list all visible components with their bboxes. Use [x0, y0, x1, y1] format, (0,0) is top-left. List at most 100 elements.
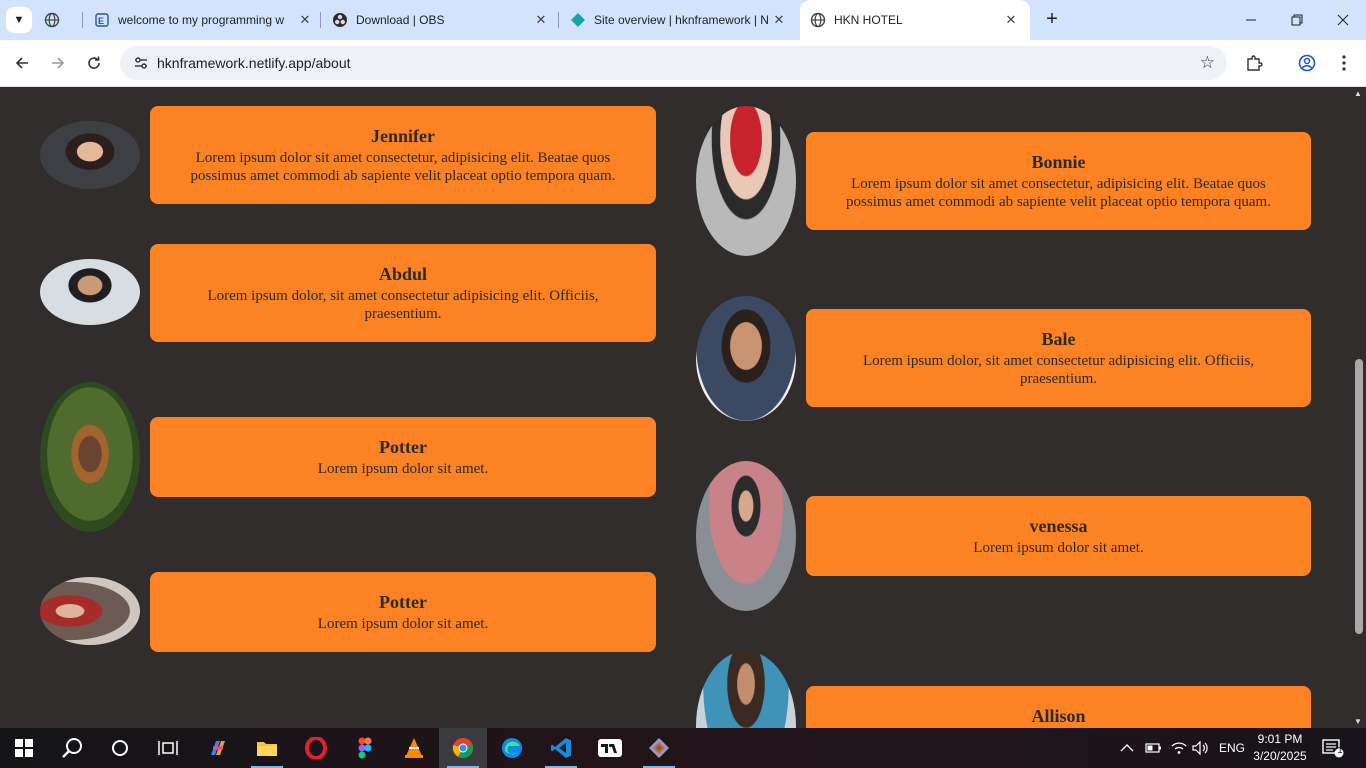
- menu-button[interactable]: [1331, 50, 1357, 76]
- avatar: [40, 382, 140, 532]
- browser-tab-strip: ▼ E welcome to my programming w ✕ Downlo…: [0, 0, 1366, 40]
- search-button[interactable]: [48, 728, 96, 768]
- cortana-button[interactable]: [96, 728, 144, 768]
- member-name: Bonnie: [1031, 151, 1086, 172]
- member-card: Bonnie Lorem ipsum dolor sit amet consec…: [806, 132, 1311, 230]
- close-icon[interactable]: ✕: [770, 11, 788, 29]
- edge-app-icon[interactable]: [488, 728, 536, 768]
- scroll-up-arrow-icon[interactable]: ▲: [1354, 89, 1362, 98]
- avatar: [40, 259, 140, 325]
- page-viewport: Jennifer Lorem ipsum dolor sit amet cons…: [0, 87, 1366, 728]
- member-name: Bale: [1041, 328, 1076, 349]
- member-card: Bale Lorem ipsum dolor, sit amet consect…: [806, 309, 1311, 407]
- tab-title: welcome to my programming w: [118, 13, 285, 27]
- member-name: venessa: [1029, 515, 1088, 536]
- volume-icon[interactable]: [1192, 728, 1210, 768]
- vscode-app-icon[interactable]: [537, 728, 585, 768]
- battery-icon[interactable]: [1145, 728, 1163, 768]
- back-button[interactable]: [9, 50, 35, 76]
- start-button[interactable]: [0, 728, 48, 768]
- obs-icon: [332, 12, 348, 28]
- clock-date: 3/20/2025: [1253, 749, 1307, 763]
- svg-text:E: E: [98, 16, 104, 26]
- arrow-left-icon: [15, 57, 28, 69]
- browser-toolbar: hknframework.netlify.app/about ☆: [0, 40, 1366, 87]
- close-icon[interactable]: ✕: [1002, 11, 1020, 29]
- wifi-icon[interactable]: [1170, 728, 1188, 768]
- url-text: hknframework.netlify.app/about: [157, 55, 351, 71]
- new-tab-button[interactable]: +: [1041, 9, 1063, 31]
- figma-app-icon[interactable]: [341, 728, 389, 768]
- tab-separator: [82, 12, 83, 28]
- member-description: Lorem ipsum dolor sit amet consectetur, …: [846, 175, 1271, 210]
- page-scrollbar[interactable]: ▲ ▼: [1351, 87, 1366, 728]
- tab-pinned[interactable]: [44, 0, 74, 40]
- member-card: Potter Lorem ipsum dolor sit amet.: [150, 417, 656, 497]
- notifications-button[interactable]: 1: [1322, 728, 1344, 768]
- show-hidden-icons-button[interactable]: [1120, 728, 1134, 768]
- tab-separator: [558, 12, 559, 28]
- member-card: Potter Lorem ipsum dolor sit amet.: [150, 572, 656, 652]
- chevron-down-icon: ▼: [13, 14, 25, 26]
- avatar: [696, 106, 796, 256]
- restore-button[interactable]: [1274, 0, 1320, 40]
- tab-title: Site overview | hknframework | N: [594, 13, 769, 27]
- member-description: Lorem ipsum dolor sit amet consectetur, …: [190, 149, 616, 184]
- member-description: Lorem ipsum dolor sit amet.: [317, 460, 489, 477]
- tradingview-app-icon[interactable]: [586, 728, 634, 768]
- avatar: [40, 121, 140, 189]
- search-icon: [62, 738, 82, 758]
- tab-separator: [320, 12, 321, 28]
- close-icon[interactable]: ✕: [296, 11, 314, 29]
- tab-netlify[interactable]: Site overview | hknframework | N ✕: [570, 0, 788, 40]
- member-description: Lorem ipsum dolor sit amet.: [317, 615, 489, 632]
- bookmark-star-icon[interactable]: ☆: [1200, 53, 1215, 73]
- member-name: Allison: [1031, 706, 1086, 726]
- member-card: Abdul Lorem ipsum dolor, sit amet consec…: [150, 244, 656, 342]
- system-clock[interactable]: 9:01 PM 3/20/2025: [1250, 731, 1310, 765]
- avatar: [696, 651, 796, 728]
- reload-button[interactable]: [81, 50, 107, 76]
- member-card: Allison: [806, 686, 1311, 728]
- member-description: Lorem ipsum dolor sit amet.: [973, 539, 1144, 556]
- task-view-button[interactable]: [144, 728, 192, 768]
- member-card: venessa Lorem ipsum dolor sit amet.: [806, 496, 1311, 576]
- tab-programming[interactable]: E welcome to my programming w ✕: [94, 0, 314, 40]
- member-name: Abdul: [378, 263, 428, 284]
- member-description: Lorem ipsum dolor, sit amet consectetur …: [862, 352, 1255, 387]
- clock-time: 9:01 PM: [1257, 732, 1303, 746]
- profile-button[interactable]: [1294, 50, 1320, 76]
- minimize-button[interactable]: [1228, 0, 1274, 40]
- chrome-app-icon[interactable]: [439, 728, 487, 768]
- scroll-down-arrow-icon[interactable]: ▼: [1354, 717, 1362, 726]
- avatar: [40, 577, 140, 645]
- extensions-button[interactable]: [1241, 50, 1267, 76]
- copilot-app-icon[interactable]: [194, 728, 242, 768]
- tab-obs[interactable]: Download | OBS ✕: [332, 0, 550, 40]
- tab-title: HKN HOTEL: [834, 13, 903, 27]
- puzzle-icon: [1247, 55, 1263, 71]
- avatar: [696, 461, 796, 611]
- globe-icon: [44, 12, 60, 28]
- file-explorer-app-icon[interactable]: [243, 728, 291, 768]
- task-view-icon: [158, 741, 178, 755]
- scroll-thumb[interactable]: [1355, 359, 1363, 634]
- tab-title: Download | OBS: [356, 13, 445, 27]
- more-vert-icon: [1342, 55, 1346, 71]
- chevron-up-icon: [1120, 744, 1134, 752]
- tab-hkn-hotel[interactable]: HKN HOTEL ✕: [800, 0, 1030, 40]
- close-window-button[interactable]: [1320, 0, 1366, 40]
- vlc-app-icon[interactable]: [390, 728, 438, 768]
- language-indicator[interactable]: ENG: [1219, 728, 1245, 768]
- forward-button[interactable]: [45, 50, 71, 76]
- member-name: Jennifer: [371, 125, 435, 146]
- windows-taskbar: ENG 9:01 PM 3/20/2025 1: [0, 728, 1366, 768]
- opera-app-icon[interactable]: [292, 728, 340, 768]
- tab-search-button[interactable]: ▼: [6, 7, 32, 33]
- close-icon[interactable]: ✕: [532, 11, 550, 29]
- address-bar[interactable]: hknframework.netlify.app/about ☆: [120, 46, 1227, 80]
- globe-icon: [810, 12, 826, 28]
- git-app-icon[interactable]: [635, 728, 683, 768]
- arrow-right-icon: [52, 57, 65, 69]
- site-info-icon[interactable]: [132, 54, 150, 72]
